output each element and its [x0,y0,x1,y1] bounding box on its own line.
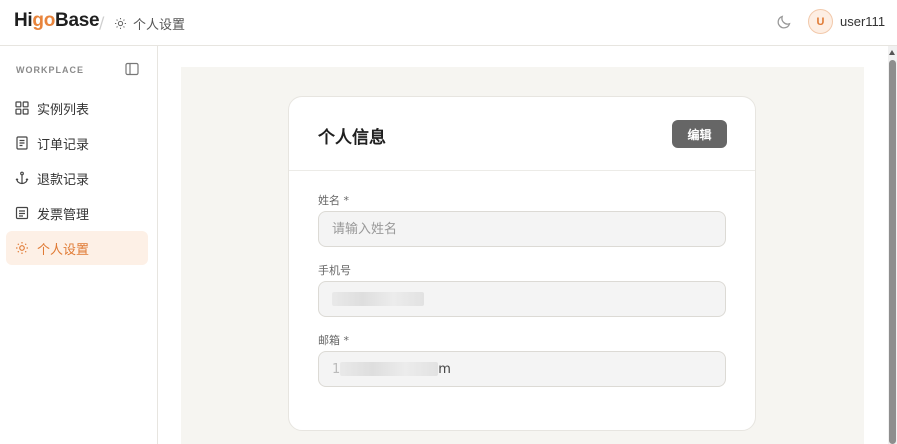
grid-icon [15,101,29,115]
phone-field[interactable] [318,281,726,317]
scroll-up-icon[interactable] [889,50,895,55]
name-input[interactable] [318,211,726,247]
sidebar-item-personal-settings[interactable]: 个人设置 [6,231,148,265]
sidebar-item-label: 订单记录 [37,137,90,153]
email-label: 邮箱 * [318,334,349,347]
redacted-value [340,362,439,376]
breadcrumb-separator: / [99,13,105,32]
settings-sun-icon [114,17,127,30]
sidebar-section-label: WORKPLACE [16,65,84,75]
top-header: HigoBase / 个人设置 U user111 [0,0,897,46]
avatar[interactable]: U [808,9,833,34]
card-title: 个人信息 [318,128,386,148]
breadcrumb-current: 个人设置 [133,18,186,33]
anchor-icon [15,171,29,185]
email-visible-prefix: 1 [332,361,341,377]
moon-icon[interactable] [776,14,792,30]
breadcrumb: 个人设置 [114,14,185,33]
sidebar-item-label: 发票管理 [37,207,90,223]
username[interactable]: user111 [840,14,885,29]
phone-label: 手机号 [318,264,351,277]
personal-info-card: 个人信息 编辑 姓名 * 手机号 邮箱 * 1 m [288,96,756,431]
email-field[interactable]: 1 m [318,351,726,387]
edit-button[interactable]: 编辑 [672,120,727,148]
sidebar-collapse-icon[interactable] [125,62,139,76]
list-document-icon [15,206,29,220]
sidebar-item-invoices[interactable]: 发票管理 [6,196,148,230]
name-label: 姓名 * [318,194,349,207]
sidebar-item-refunds[interactable]: 退款记录 [6,161,148,195]
sidebar-item-label: 实例列表 [37,102,90,118]
settings-sun-icon [16,242,28,254]
sidebar: WORKPLACE 实例列表 订单记录 退款记录 发票管理 个人设置 [0,46,158,444]
email-visible-suffix: m [438,361,451,377]
card-header: 个人信息 编辑 [289,97,755,171]
sidebar-item-label: 退款记录 [37,172,90,188]
logo[interactable]: HigoBase [14,10,100,32]
redacted-value [332,292,424,306]
scroll-thumb[interactable] [889,60,896,444]
sidebar-item-instances[interactable]: 实例列表 [6,91,148,125]
sidebar-item-orders[interactable]: 订单记录 [6,126,148,160]
sidebar-item-label: 个人设置 [37,242,90,258]
vertical-scrollbar[interactable] [888,46,897,444]
document-icon [16,136,28,150]
